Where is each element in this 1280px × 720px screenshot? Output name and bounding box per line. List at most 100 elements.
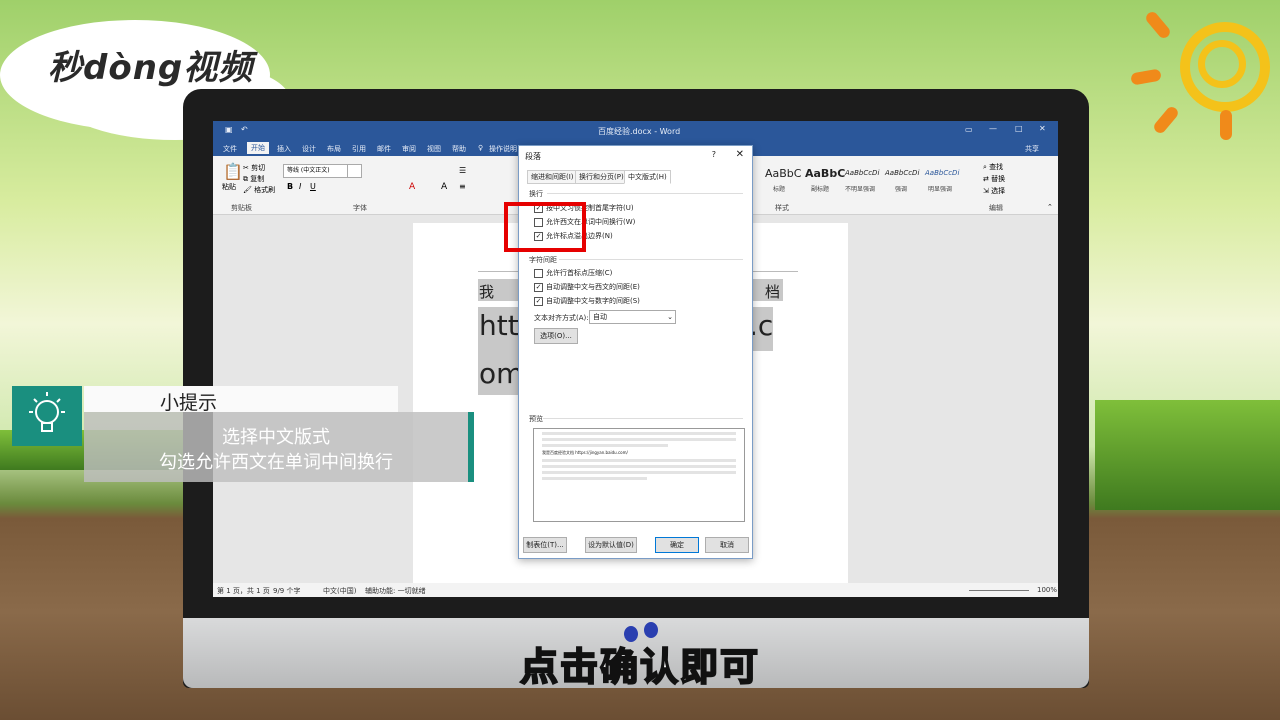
font-color-button[interactable]: A — [409, 182, 415, 192]
save-icon[interactable]: ▣ — [225, 125, 233, 134]
tab-view[interactable]: 视图 — [427, 144, 441, 154]
grass — [1095, 400, 1280, 510]
style-title-label: 标题 — [773, 186, 786, 193]
share-button[interactable]: 共享 — [1025, 144, 1039, 154]
checkbox[interactable]: ✓ — [534, 296, 543, 306]
format-painter-label: 格式刷 — [254, 186, 276, 194]
text-align-label: 文本对齐方式(A): — [534, 314, 589, 322]
option-row[interactable]: 允许行首标点压缩(C) — [534, 268, 612, 278]
tab-home[interactable]: 开始 — [247, 142, 269, 154]
tab-insert[interactable]: 插入 — [277, 144, 291, 154]
zoom-level[interactable]: 100% — [1037, 586, 1057, 594]
collapse-ribbon-icon[interactable]: ⌃ — [1047, 203, 1053, 211]
divider — [547, 193, 743, 194]
text-align-select[interactable]: 自动 ⌄ — [589, 310, 676, 324]
style-subtitle-sample[interactable]: AaBbC — [805, 167, 845, 180]
tab-help[interactable]: 帮助 — [452, 144, 466, 154]
close-icon[interactable]: ✕ — [1039, 124, 1046, 133]
doc-text: 我 — [479, 283, 495, 301]
help-button[interactable]: ? — [712, 150, 716, 159]
tip-accent-bar — [468, 412, 474, 482]
copy-button[interactable]: ⧉ 复制 — [243, 174, 264, 184]
page-count[interactable]: 第 1 页，共 1 页 — [217, 586, 270, 596]
select-button[interactable]: ⇲ 选择 — [983, 186, 1005, 196]
tip-title: 小提示 — [160, 392, 218, 414]
tab-references[interactable]: 引用 — [352, 144, 366, 154]
paste-icon[interactable]: 📋 — [223, 162, 243, 181]
format-painter-button[interactable]: 🖌 格式刷 — [243, 185, 275, 195]
cut-label: 剪切 — [251, 164, 266, 172]
tab-asian-typography[interactable]: 中文版式(H) — [624, 170, 671, 184]
doc-text: 档 — [765, 283, 781, 301]
chevron-down-icon: ⌄ — [667, 313, 673, 321]
cut-button[interactable]: ✂ 剪切 — [243, 163, 265, 173]
sun-ray — [1220, 110, 1232, 140]
word-count[interactable]: 9/9 个字 — [273, 586, 301, 596]
align-left-icon[interactable]: ≡ — [459, 182, 466, 191]
replace-button[interactable]: ⇄ 替换 — [983, 174, 1005, 184]
tab-layout[interactable]: 布局 — [327, 144, 341, 154]
minimize-icon[interactable]: — — [989, 124, 997, 133]
bold-button[interactable]: B — [287, 182, 293, 191]
subtitle-caption: 点击确认即可 — [519, 644, 760, 690]
status-bar: 第 1 页，共 1 页 9/9 个字 中文(中国) 辅助功能: 一切就绪 100… — [213, 583, 1058, 597]
checkbox[interactable] — [534, 268, 543, 278]
editing-group-label: 编辑 — [989, 204, 1003, 212]
style-title-sample[interactable]: AaBbC — [765, 167, 801, 180]
divider — [559, 259, 743, 260]
font-size-select[interactable] — [347, 164, 362, 178]
style-emphasis-sample[interactable]: AaBbCcDi — [885, 169, 919, 177]
option-row[interactable]: ✓ 自动调整中文与数字的间距(S) — [534, 296, 640, 306]
style-intense-emphasis-sample[interactable]: AaBbCcDi — [925, 169, 959, 177]
window-title: 百度经验.docx - Word — [598, 127, 681, 136]
maximize-icon[interactable]: □ — [1015, 124, 1023, 133]
tab-indent-spacing[interactable]: 缩进和间距(I) — [527, 170, 578, 184]
tab-mailings[interactable]: 邮件 — [377, 144, 391, 154]
find-label: 查找 — [989, 163, 1004, 171]
section-line-break: 换行 — [529, 190, 543, 198]
font-name-select[interactable]: 等线 (中文正文) — [283, 164, 348, 178]
select-label: 选择 — [991, 187, 1006, 195]
style-intense-emphasis-label: 明显强调 — [928, 186, 953, 193]
checkbox[interactable]: ✓ — [534, 282, 543, 292]
tab-design[interactable]: 设计 — [302, 144, 316, 154]
char-shading-button[interactable]: A — [441, 182, 447, 192]
tab-line-page-breaks[interactable]: 换行和分页(P) — [575, 170, 628, 184]
title-bar: ▣ ↶ 百度经验.docx - Word ▭ — □ ✕ — [213, 121, 1058, 140]
sun-icon — [1198, 40, 1246, 88]
tabs-button[interactable]: 制表位(T)... — [523, 537, 567, 553]
language-status[interactable]: 中文(中国) — [323, 586, 356, 596]
copy-label: 复制 — [250, 175, 265, 183]
style-subtitle-label: 副标题 — [811, 186, 830, 193]
paste-button[interactable]: 粘贴 — [222, 182, 236, 192]
dialog-title: 段落 — [525, 152, 541, 161]
highlight-box — [504, 202, 586, 252]
tab-review[interactable]: 审阅 — [402, 144, 416, 154]
italic-button[interactable]: I — [299, 182, 301, 191]
undo-icon[interactable]: ↶ — [241, 125, 248, 134]
tab-file[interactable]: 文件 — [223, 144, 237, 154]
lightbulb-icon — [12, 386, 82, 446]
options-button[interactable]: 选项(O)... — [534, 328, 578, 344]
underline-button[interactable]: U — [310, 182, 316, 191]
style-emphasis-label: 强调 — [895, 186, 908, 193]
preview-sample: 我是百度经验文档 https://jingyan.baidu.com/ — [542, 450, 628, 455]
ribbon-display-icon[interactable]: ▭ — [965, 125, 973, 134]
text-align-value: 自动 — [593, 313, 607, 321]
cancel-button[interactable]: 取消 — [705, 537, 749, 553]
set-default-button[interactable]: 设为默认值(D) — [585, 537, 637, 553]
accessibility-status[interactable]: 辅助功能: 一切就绪 — [365, 586, 426, 596]
preview-box: 我是百度经验文档 https://jingyan.baidu.com/ — [533, 428, 745, 522]
zoom-slider[interactable] — [969, 590, 1029, 591]
dialog-close-button[interactable]: ✕ — [736, 149, 744, 160]
option-label: 允许行首标点压缩(C) — [546, 269, 613, 277]
option-row[interactable]: ✓ 自动调整中文与西文的间距(E) — [534, 282, 640, 292]
find-button[interactable]: ⌕ 查找 — [983, 162, 1003, 172]
option-label: 自动调整中文与数字的间距(S) — [546, 297, 640, 305]
tell-me-search[interactable]: 操作说明 — [489, 144, 517, 154]
font-group-label: 字体 — [353, 204, 367, 212]
lightbulb-icon[interactable]: ♀ — [478, 144, 483, 152]
style-subtle-emphasis-sample[interactable]: AaBbCcDi — [845, 169, 879, 177]
bullets-icon[interactable]: ☰ — [459, 166, 466, 175]
ok-button[interactable]: 确定 — [655, 537, 699, 553]
